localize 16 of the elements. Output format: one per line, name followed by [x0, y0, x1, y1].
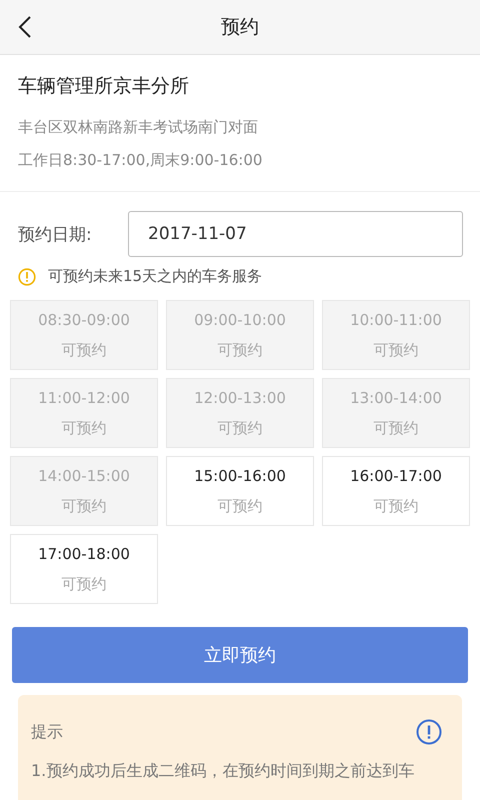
office-name: 车辆管理所京丰分所: [18, 74, 190, 99]
book-now-button[interactable]: 立即预约: [12, 627, 468, 683]
office-hours: 工作日8:30-17:00,周末9:00-16:00: [18, 150, 264, 171]
back-icon[interactable]: [18, 15, 32, 39]
time-slot[interactable]: 17:00-18:00 可预约: [10, 534, 158, 604]
page-title: 预约: [221, 15, 259, 40]
time-slot[interactable]: 15:00-16:00 可预约: [166, 456, 314, 526]
office-address: 丰台区双林南路新丰考试场南门对面: [18, 117, 259, 138]
date-label: 预约日期:: [18, 224, 93, 246]
warning-icon: [18, 268, 36, 286]
tip-text: 1.预约成功后生成二维码，在预约时间到期之前达到车: [31, 761, 416, 782]
tip-title: 提示: [31, 722, 63, 742]
notice-text: 可预约未来15天之内的车务服务: [48, 267, 262, 286]
info-icon: [416, 719, 442, 745]
date-field[interactable]: 2017-11-07: [128, 211, 463, 257]
time-slot[interactable]: 16:00-17:00 可预约: [322, 456, 470, 526]
